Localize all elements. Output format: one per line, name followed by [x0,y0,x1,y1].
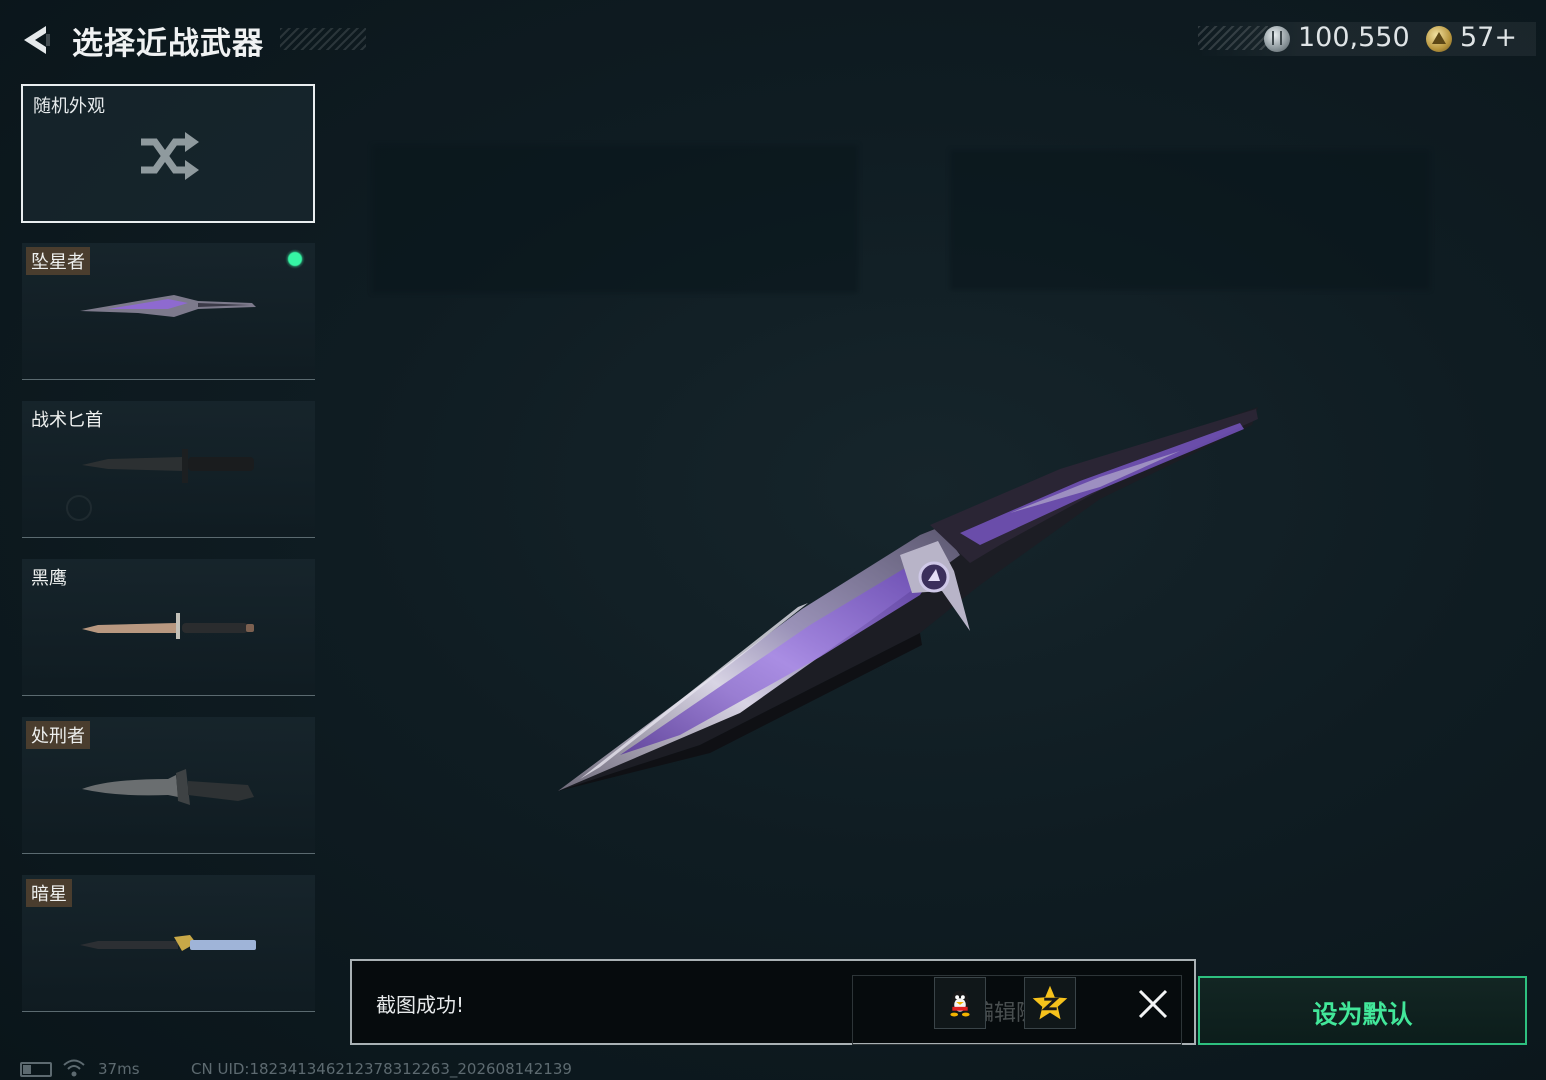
wifi-icon [63,1059,85,1077]
title-decoration [280,28,366,50]
silver-currency-value: 100,550 [1298,22,1410,53]
weapon-card-dark-star[interactable]: 暗星 [22,875,315,1012]
weapon-name: 坠星者 [26,247,90,275]
weapon-name: 战术匕首 [31,410,103,431]
user-uid: CN UID:182341346212378312263_20260814213… [191,1060,572,1078]
gold-currency-value[interactable]: 57+ [1460,22,1517,53]
weapon-card-executioner[interactable]: 处刑者 [22,717,315,854]
back-arrow-icon[interactable] [16,20,56,60]
weapon-card-falling-star[interactable]: 坠星者 [22,243,315,380]
page-title: 选择近战武器 [72,26,264,62]
black-eagle-knife-icon [82,613,254,639]
executioner-knife-icon [82,769,254,805]
weapon-card-tactical-dagger[interactable]: 战术匕首 [22,401,315,538]
equipped-indicator [285,249,305,269]
share-qq-button[interactable] [934,977,986,1029]
silver-coin-icon [1264,26,1290,52]
weapon-card-black-eagle[interactable]: 黑鹰 [22,559,315,696]
header: 选择近战武器 100,550 57+ [0,0,1546,80]
share-qzone-button[interactable] [1024,977,1076,1029]
weapon-name: 黑鹰 [31,568,67,589]
currency-decoration [1198,26,1268,50]
loading-ring [66,495,92,521]
qzone-star-icon [1032,985,1068,1020]
weapon-name: 处刑者 [26,721,90,749]
falling-star-knife-icon [80,295,256,317]
close-icon[interactable] [1136,987,1170,1021]
dark-star-knife-icon [80,935,256,951]
ping-value: 37ms [98,1060,140,1078]
battery-level [23,1065,31,1074]
background-panel-left [372,145,858,293]
set-default-label: 设为默认 [1312,1000,1413,1029]
qq-penguin-icon [950,990,970,1017]
currency-bar: 100,550 57+ [1198,22,1536,56]
toast-message: 截图成功! [376,993,465,1017]
set-default-button[interactable]: 设为默认 [1198,976,1527,1045]
weapon-name: 暗星 [26,879,72,907]
battery-icon [20,1062,52,1077]
screenshot-toast: 截图成功! 编辑随机 [350,959,1196,1045]
gold-coin-icon [1426,26,1452,52]
random-appearance-card[interactable]: 随机外观 [21,84,315,223]
featured-knife-model[interactable] [540,395,1280,805]
random-appearance-label: 随机外观 [33,96,105,117]
shuffle-icon [141,132,199,180]
status-bar: 37ms CN UID:182341346212378312263_202608… [0,1058,1546,1080]
background-panel-right [950,150,1430,290]
tactical-dagger-icon [82,449,254,483]
